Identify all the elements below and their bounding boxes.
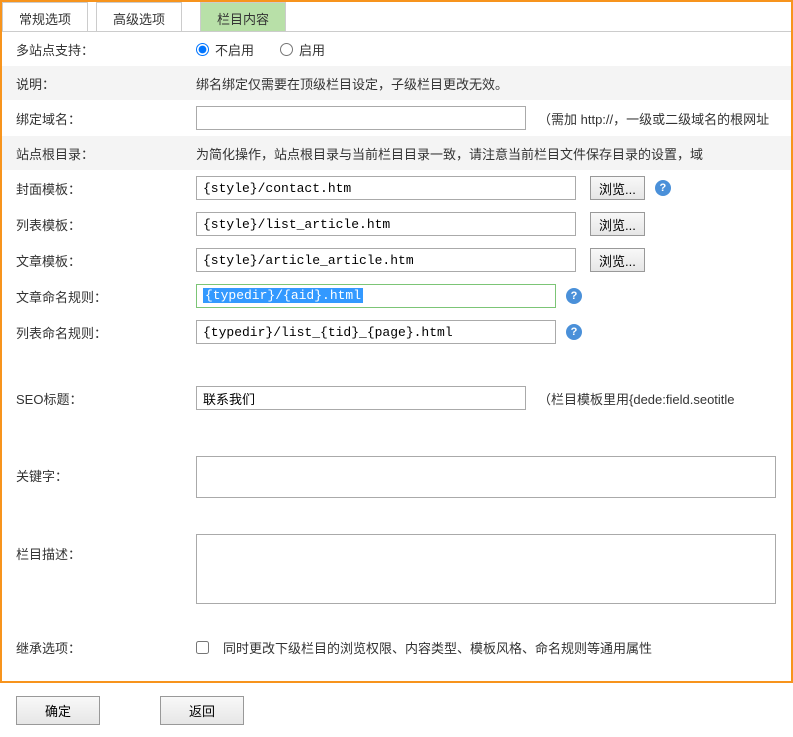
textarea-col-desc[interactable] xyxy=(196,534,776,604)
label-col-desc: 栏目描述： xyxy=(16,534,196,563)
input-bind-domain[interactable] xyxy=(196,106,526,130)
input-seo-title[interactable] xyxy=(196,386,526,410)
radio-multisite-on[interactable] xyxy=(280,43,293,56)
radio-multisite-off-label[interactable]: 不启用 xyxy=(196,40,254,59)
label-keywords: 关键字： xyxy=(16,456,196,485)
help-icon[interactable]: ? xyxy=(566,288,582,304)
label-cover-tpl: 封面模板： xyxy=(16,179,196,198)
tab-advanced[interactable]: 高级选项 xyxy=(96,2,182,31)
site-root-text: 为简化操作，站点根目录与当前栏目目录一致，请注意当前栏目文件保存目录的设置，域 xyxy=(196,144,777,163)
tab-column-content[interactable]: 栏目内容 xyxy=(200,2,286,31)
input-list-tpl[interactable] xyxy=(196,212,576,236)
input-list-rule[interactable] xyxy=(196,320,556,344)
label-inherit: 继承选项： xyxy=(16,638,196,657)
note-seo-title: （栏目模板里用{dede:field.seotitle xyxy=(538,389,735,408)
input-cover-tpl[interactable] xyxy=(196,176,576,200)
radio-multisite-on-label[interactable]: 启用 xyxy=(280,40,325,59)
label-bind-domain: 绑定域名： xyxy=(16,109,196,128)
radio-multisite-off[interactable] xyxy=(196,43,209,56)
ok-button[interactable]: 确定 xyxy=(16,696,100,725)
label-article-rule: 文章命名规则： xyxy=(16,287,196,306)
desc-text: 绑名绑定仅需要在顶级栏目设定，子级栏目更改无效。 xyxy=(196,74,777,93)
browse-cover-tpl[interactable]: 浏览... xyxy=(590,176,645,200)
input-article-rule[interactable]: {typedir}/{aid}.html xyxy=(196,284,556,308)
help-icon[interactable]: ? xyxy=(655,180,671,196)
label-multisite: 多站点支持： xyxy=(16,40,196,59)
inherit-text: 同时更改下级栏目的浏览权限、内容类型、模板风格、命名规则等通用属性 xyxy=(223,638,652,657)
label-article-tpl: 文章模板： xyxy=(16,251,196,270)
label-seo-title: SEO标题： xyxy=(16,389,196,408)
tab-general[interactable]: 常规选项 xyxy=(2,2,88,31)
radio-off-text: 不启用 xyxy=(215,40,254,59)
back-button[interactable]: 返回 xyxy=(160,696,244,725)
input-article-tpl[interactable] xyxy=(196,248,576,272)
browse-list-tpl[interactable]: 浏览... xyxy=(590,212,645,236)
label-list-rule: 列表命名规则： xyxy=(16,323,196,342)
label-site-root: 站点根目录： xyxy=(16,144,196,163)
checkbox-inherit[interactable] xyxy=(196,641,209,654)
label-list-tpl: 列表模板： xyxy=(16,215,196,234)
textarea-keywords[interactable] xyxy=(196,456,776,498)
browse-article-tpl[interactable]: 浏览... xyxy=(590,248,645,272)
label-desc: 说明： xyxy=(16,74,196,93)
radio-on-text: 启用 xyxy=(299,40,325,59)
help-icon[interactable]: ? xyxy=(566,324,582,340)
article-rule-selected-text: {typedir}/{aid}.html xyxy=(203,288,363,303)
note-bind-domain: （需加 http://，一级或二级域名的根网址 xyxy=(538,109,769,128)
